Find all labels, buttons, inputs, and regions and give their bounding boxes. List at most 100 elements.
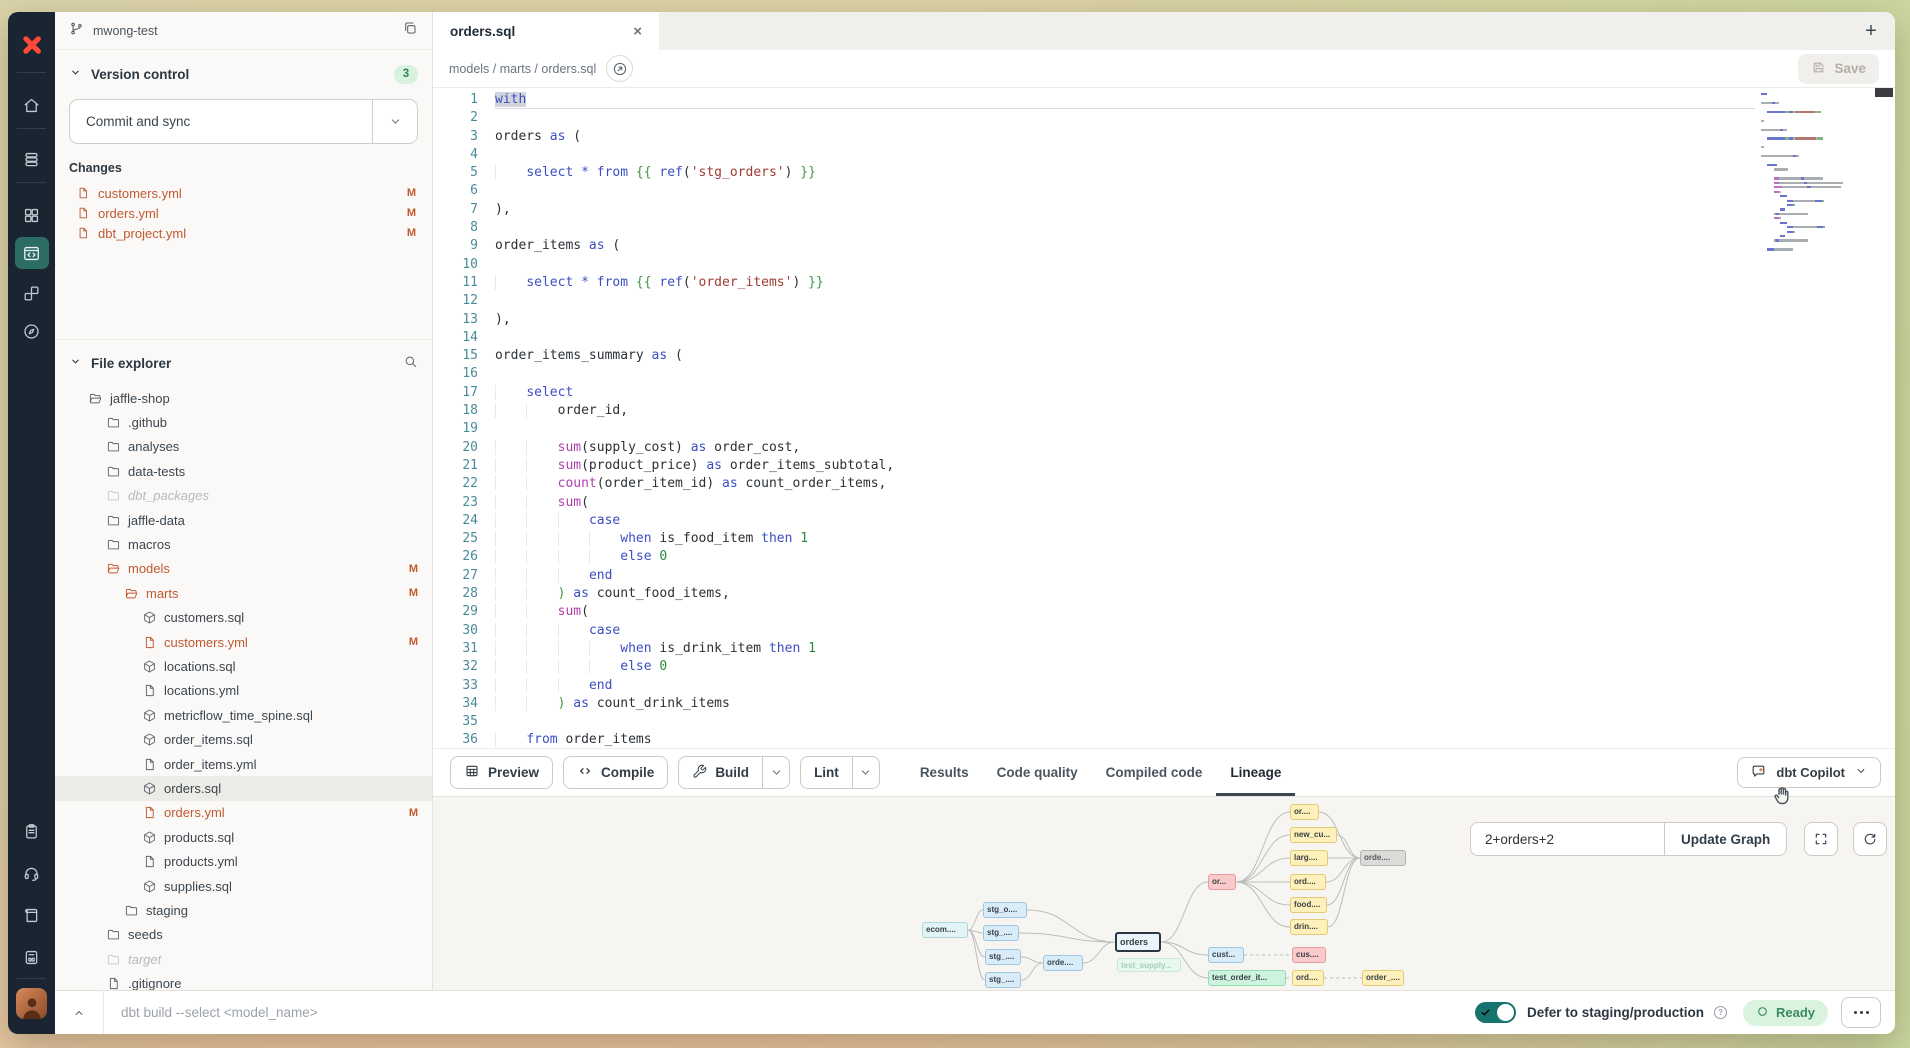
tree-item[interactable]: metricflow_time_spine.sql: [55, 703, 432, 727]
tree-item[interactable]: supplies.sql: [55, 874, 432, 898]
docs-book-icon[interactable]: [8, 896, 55, 934]
defer-toggle[interactable]: [1475, 1002, 1516, 1023]
search-icon[interactable]: [403, 354, 418, 372]
tree-item[interactable]: orders.sql: [55, 776, 432, 800]
explore-compass-icon[interactable]: [8, 312, 55, 350]
tree-item[interactable]: seeds: [55, 923, 432, 947]
support-headset-icon[interactable]: [8, 854, 55, 892]
tree-item[interactable]: orders.ymlM: [55, 801, 432, 825]
expand-command-bar-button[interactable]: [55, 991, 103, 1034]
tab-results[interactable]: Results: [906, 749, 983, 796]
lineage-node[interactable]: stg_....: [985, 972, 1021, 988]
tab-compiled-code[interactable]: Compiled code: [1092, 749, 1217, 796]
lineage-node[interactable]: stg_o....: [983, 902, 1027, 918]
build-options-chevron-icon[interactable]: [762, 757, 789, 788]
lineage-node[interactable]: ecom....: [922, 922, 968, 938]
new-tab-button[interactable]: +: [1847, 12, 1895, 50]
lineage-selector-input[interactable]: 2+orders+2: [1470, 822, 1664, 856]
environments-icon[interactable]: [8, 274, 55, 312]
lineage-node[interactable]: drin....: [1290, 919, 1328, 935]
jobs-stack-icon[interactable]: [8, 140, 55, 178]
tree-item[interactable]: target: [55, 947, 432, 971]
user-avatar[interactable]: [16, 988, 47, 1019]
lineage-node[interactable]: food....: [1290, 897, 1327, 913]
commit-options-chevron-icon[interactable]: [372, 100, 417, 143]
tree-item[interactable]: customers.ymlM: [55, 630, 432, 654]
open-in-lineage-button[interactable]: [606, 55, 633, 82]
terminal-device-icon[interactable]: [8, 938, 55, 976]
version-control-header[interactable]: Version control 3: [69, 54, 418, 94]
close-tab-icon[interactable]: ×: [633, 23, 642, 40]
dbt-logo-icon[interactable]: [8, 26, 55, 64]
changed-file[interactable]: dbt_project.ymlM: [69, 223, 418, 243]
commit-and-sync-button[interactable]: Commit and sync: [69, 99, 418, 144]
lint-options-chevron-icon[interactable]: [852, 757, 879, 788]
tree-item[interactable]: locations.sql: [55, 654, 432, 678]
tree-item[interactable]: .gitignore: [55, 971, 432, 990]
lineage-node[interactable]: orde....: [1043, 955, 1083, 971]
help-icon[interactable]: ?: [1712, 1004, 1729, 1021]
tree-item[interactable]: locations.yml: [55, 679, 432, 703]
lineage-node[interactable]: orders: [1115, 932, 1161, 952]
lineage-node[interactable]: stg_....: [985, 949, 1021, 965]
lineage-node[interactable]: order_....: [1362, 970, 1404, 986]
preview-button[interactable]: Preview: [450, 756, 553, 789]
lineage-node[interactable]: stg_....: [983, 925, 1019, 941]
home-icon[interactable]: [8, 86, 55, 124]
editor-region: orders.sql × + models / marts / orders.s…: [433, 12, 1895, 990]
lineage-node[interactable]: ord....: [1290, 874, 1326, 890]
build-button[interactable]: Build: [678, 756, 790, 789]
lineage-node[interactable]: cus....: [1292, 947, 1326, 963]
lineage-panel[interactable]: ecom.... stg_o.... stg_.... stg_.... stg_...…: [433, 796, 1895, 990]
lineage-node[interactable]: test_order_it...: [1208, 970, 1286, 986]
changed-file[interactable]: orders.ymlM: [69, 203, 418, 223]
tab-code-quality[interactable]: Code quality: [983, 749, 1092, 796]
code-line: 10: [433, 256, 1755, 274]
tree-item[interactable]: macros: [55, 532, 432, 556]
lineage-node[interactable]: orde....: [1360, 850, 1406, 866]
develop-ide-icon[interactable]: [8, 234, 55, 272]
notes-clipboard-icon[interactable]: [8, 812, 55, 850]
tree-item[interactable]: jaffle-data: [55, 508, 432, 532]
minimap[interactable]: [1761, 93, 1853, 257]
lineage-node[interactable]: new_cu...: [1290, 827, 1337, 843]
copy-icon[interactable]: [402, 20, 418, 41]
changed-file[interactable]: customers.ymlM: [69, 183, 418, 203]
tree-item[interactable]: modelsM: [55, 557, 432, 581]
scrollbar-thumb[interactable]: [1875, 88, 1893, 97]
more-options-button[interactable]: [1841, 997, 1881, 1028]
lineage-node[interactable]: cust...: [1208, 947, 1244, 963]
lineage-node[interactable]: larg....: [1290, 850, 1328, 866]
lineage-node[interactable]: or....: [1290, 804, 1319, 820]
tree-item[interactable]: data-tests: [55, 459, 432, 483]
compile-button[interactable]: Compile: [563, 756, 668, 789]
tab-lineage[interactable]: Lineage: [1216, 749, 1295, 796]
tree-item[interactable]: products.yml: [55, 849, 432, 873]
tree-item[interactable]: staging: [55, 898, 432, 922]
doc-icon: [106, 976, 121, 990]
fullscreen-button[interactable]: [1804, 822, 1838, 856]
lineage-node[interactable]: ord....: [1292, 970, 1324, 986]
table-icon: [464, 763, 480, 782]
command-input[interactable]: dbt build --select <model_name>: [121, 1005, 318, 1020]
tree-item[interactable]: jaffle-shop: [55, 386, 432, 410]
update-graph-button[interactable]: Update Graph: [1664, 822, 1787, 856]
tree-item[interactable]: order_items.yml: [55, 752, 432, 776]
lineage-node[interactable]: test_supply...: [1117, 958, 1181, 972]
tree-item[interactable]: order_items.sql: [55, 727, 432, 751]
save-button[interactable]: Save: [1798, 54, 1879, 84]
tree-item[interactable]: .github: [55, 410, 432, 434]
tab-orders-sql[interactable]: orders.sql ×: [433, 12, 659, 50]
code-editor[interactable]: 1with23orders as (45 select * from {{ re…: [433, 88, 1895, 748]
lineage-node[interactable]: or...: [1208, 874, 1236, 890]
tree-item[interactable]: analyses: [55, 435, 432, 459]
tree-item[interactable]: customers.sql: [55, 606, 432, 630]
apps-grid-icon[interactable]: [8, 196, 55, 234]
refresh-button[interactable]: [1853, 822, 1887, 856]
dbt-copilot-button[interactable]: dbt Copilot: [1737, 757, 1881, 788]
tree-item[interactable]: products.sql: [55, 825, 432, 849]
file-explorer-header[interactable]: File explorer: [55, 346, 432, 380]
tree-item[interactable]: martsM: [55, 581, 432, 605]
tree-item[interactable]: dbt_packages: [55, 484, 432, 508]
lint-button[interactable]: Lint: [800, 756, 880, 789]
